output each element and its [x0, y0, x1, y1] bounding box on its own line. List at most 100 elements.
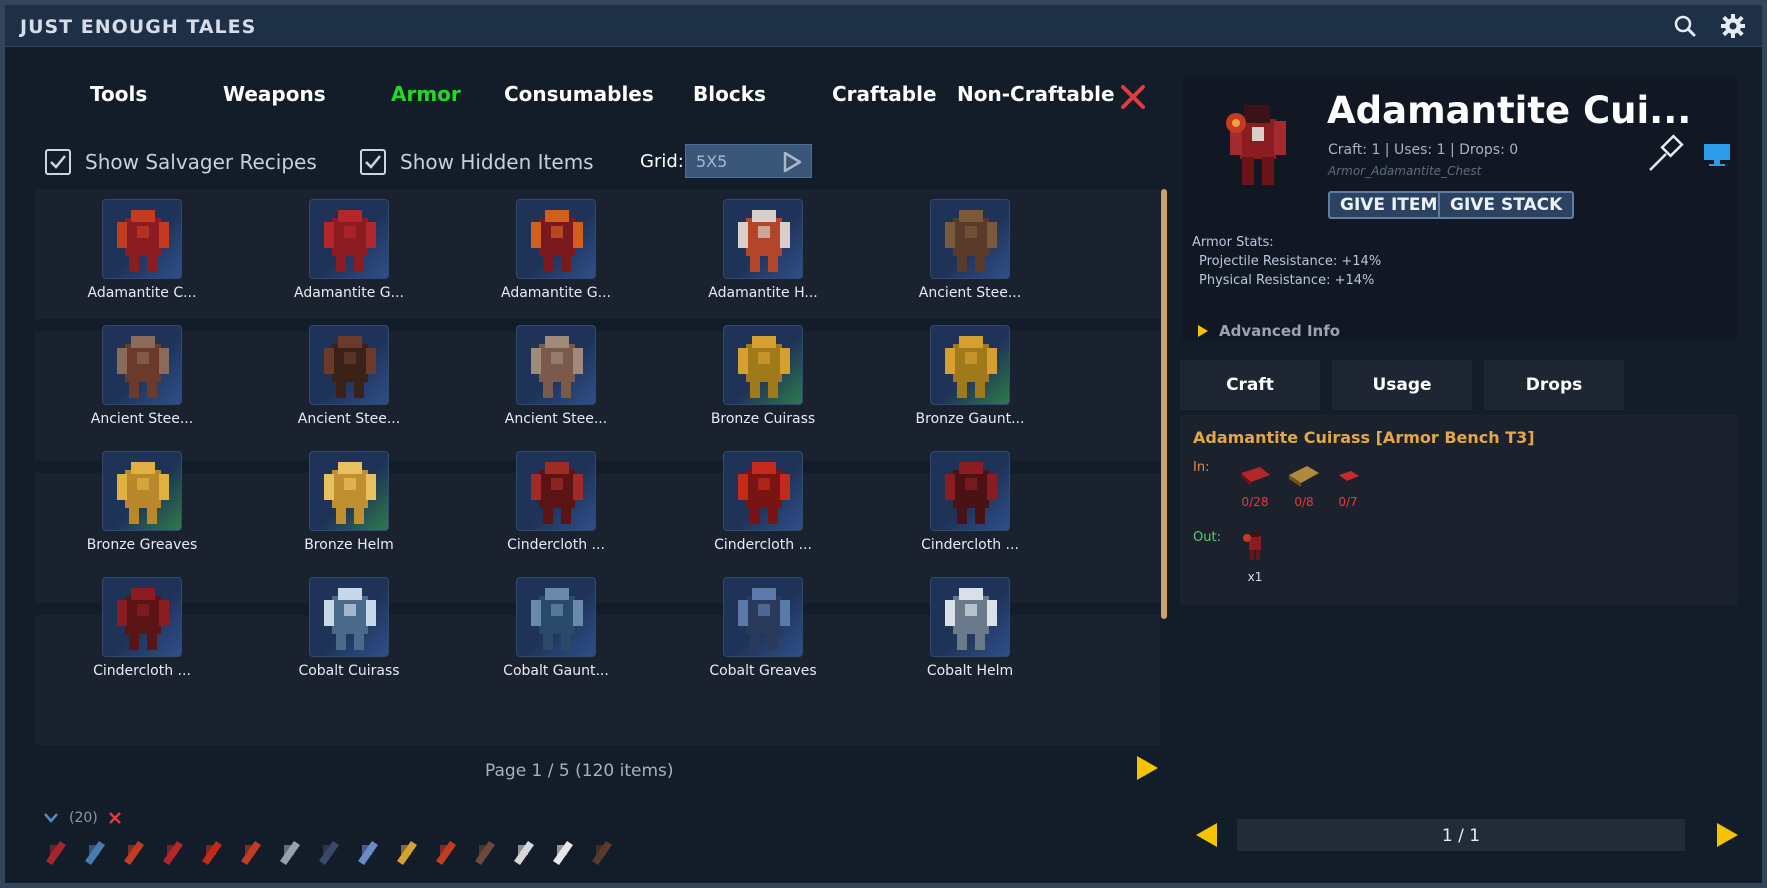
next-recipe-icon[interactable]	[1715, 822, 1739, 848]
item-label: Cindercloth ...	[714, 537, 812, 553]
stat-physical: Physical Resistance: +14%	[1199, 273, 1375, 288]
item-label: Ancient Stee...	[90, 411, 194, 427]
gear-icon[interactable]	[1720, 13, 1746, 39]
output-count: x1	[1247, 570, 1263, 584]
recent-item-icon[interactable]	[313, 835, 345, 867]
item-grid: Adamantite C... Adamantite G... Adamantite…	[35, 189, 1160, 751]
output-item[interactable]: x1	[1235, 528, 1275, 584]
grid-item[interactable]: Bronze Cuirass	[651, 315, 851, 445]
grid-item[interactable]: Adamantite G...	[444, 189, 644, 319]
item-label: Adamantite G...	[293, 285, 405, 301]
recent-item-icon[interactable]	[469, 835, 501, 867]
give-item-button[interactable]: GIVE ITEM	[1328, 191, 1450, 219]
stats-title: Armor Stats:	[1192, 235, 1274, 250]
recent-item-icon[interactable]	[157, 835, 189, 867]
output-label: Out:	[1193, 530, 1221, 545]
recent-item-icon[interactable]	[235, 835, 267, 867]
recent-item-icon[interactable]	[508, 835, 540, 867]
item-icon	[309, 325, 389, 405]
item-icon	[102, 199, 182, 279]
salvager-label: Show Salvager Recipes	[85, 150, 317, 174]
item-label: Cobalt Helm	[926, 663, 1014, 679]
item-label: Cobalt Greaves	[709, 663, 817, 679]
recent-item-icon[interactable]	[586, 835, 618, 867]
monitor-icon[interactable]	[1702, 142, 1732, 168]
item-icon	[723, 577, 803, 657]
recent-item-icon[interactable]	[79, 835, 111, 867]
item-icon	[309, 451, 389, 531]
grid-item[interactable]: Adamantite C...	[30, 189, 230, 319]
grid-item[interactable]: Bronze Greaves	[30, 441, 230, 571]
next-page-icon[interactable]	[1135, 755, 1159, 781]
recent-item-icon[interactable]	[118, 835, 150, 867]
item-icon	[516, 325, 596, 405]
recent-item-icon[interactable]	[40, 835, 72, 867]
tab-craft[interactable]: Craft	[1180, 360, 1320, 410]
item-label: Bronze Cuirass	[710, 411, 816, 427]
recipe-title: Adamantite Cuirass [Armor Bench T3]	[1193, 428, 1535, 447]
clear-filter-icon[interactable]	[1118, 82, 1148, 112]
grid-item[interactable]: Cindercloth ...	[651, 441, 851, 571]
grid-item[interactable]: Cobalt Greaves	[651, 567, 851, 697]
grid-item[interactable]: Ancient Stee...	[237, 315, 437, 445]
item-detail: Adamantite Cui... Craft: 1 | Uses: 1 | D…	[1182, 77, 1737, 340]
grid-size-select[interactable]: 5X5	[685, 144, 812, 178]
armor-stats: Armor Stats: Projectile Resistance: +14%…	[1192, 233, 1381, 290]
hidden-items-checkbox[interactable]	[360, 149, 386, 175]
advanced-info-label: Advanced Info	[1219, 322, 1341, 340]
grid-item[interactable]: Adamantite G...	[237, 189, 437, 319]
recipe-pager: 1 / 1	[1195, 817, 1745, 853]
grid-item[interactable]: Ancient Stee...	[30, 315, 230, 445]
tab-craftable[interactable]: Craftable	[832, 82, 937, 106]
prev-recipe-icon[interactable]	[1195, 822, 1219, 848]
item-label: Cindercloth ...	[507, 537, 605, 553]
grid-item[interactable]: Ancient Stee...	[444, 315, 644, 445]
recent-item-icon[interactable]	[547, 835, 579, 867]
scrollbar[interactable]	[1161, 189, 1167, 619]
grid-item[interactable]: Cobalt Helm	[858, 567, 1058, 697]
grid-item[interactable]: Cindercloth ...	[858, 441, 1058, 571]
tab-weapons[interactable]: Weapons	[223, 82, 326, 106]
app-title: JUST ENOUGH TALES	[20, 16, 257, 38]
clear-recent-icon[interactable]	[108, 811, 122, 825]
grid-item[interactable]: Bronze Gaunt...	[858, 315, 1058, 445]
grid-item[interactable]: Adamantite H...	[651, 189, 851, 319]
chevron-down-icon[interactable]	[43, 812, 59, 824]
grid-item[interactable]: Bronze Helm	[237, 441, 437, 571]
recipe-page-indicator: 1 / 1	[1441, 826, 1481, 846]
give-stack-button[interactable]: GIVE STACK	[1438, 191, 1575, 219]
grid-item[interactable]: Cindercloth ...	[444, 441, 644, 571]
item-browser: Tools Weapons Armor Consumables Blocks C…	[30, 72, 1167, 852]
tab-blocks[interactable]: Blocks	[693, 82, 766, 106]
adamantite-bar-icon	[1241, 467, 1270, 486]
category-tabs: Tools Weapons Armor Consumables Blocks C…	[30, 82, 1165, 122]
item-label: Bronze Greaves	[86, 537, 198, 553]
grid-item[interactable]: Cobalt Gaunt...	[444, 567, 644, 697]
tab-non-craftable[interactable]: Non-Craftable	[957, 82, 1115, 106]
tab-usage[interactable]: Usage	[1332, 360, 1472, 410]
recent-items-header: (20)	[43, 808, 122, 828]
salvager-checkbox[interactable]	[45, 149, 71, 175]
recent-item-icon[interactable]	[391, 835, 423, 867]
advanced-info-toggle[interactable]: Advanced Info	[1197, 322, 1340, 340]
hidden-items-label: Show Hidden Items	[400, 150, 594, 174]
item-label: Cobalt Gaunt...	[503, 663, 609, 679]
item-label: Bronze Helm	[304, 537, 394, 553]
ingredient-cloth[interactable]: 0/7	[1328, 463, 1368, 509]
grid-label: Grid:	[640, 151, 684, 172]
pin-icon[interactable]	[1644, 132, 1688, 176]
search-icon[interactable]	[1672, 13, 1698, 39]
grid-item[interactable]: Cobalt Cuirass	[237, 567, 437, 697]
tab-drops[interactable]: Drops	[1484, 360, 1624, 410]
tab-tools[interactable]: Tools	[90, 82, 147, 106]
recent-item-icon[interactable]	[196, 835, 228, 867]
recent-item-icon[interactable]	[274, 835, 306, 867]
grid-item[interactable]: Cindercloth ...	[30, 567, 230, 697]
grid-item[interactable]: Ancient Stee...	[858, 189, 1058, 319]
recent-item-icon[interactable]	[352, 835, 384, 867]
tab-consumables[interactable]: Consumables	[504, 82, 654, 106]
ingredient-adamantite-bar[interactable]: 0/28	[1235, 463, 1275, 509]
recent-item-icon[interactable]	[430, 835, 462, 867]
tab-armor[interactable]: Armor	[391, 82, 461, 106]
ingredient-leather[interactable]: 0/8	[1284, 463, 1324, 509]
